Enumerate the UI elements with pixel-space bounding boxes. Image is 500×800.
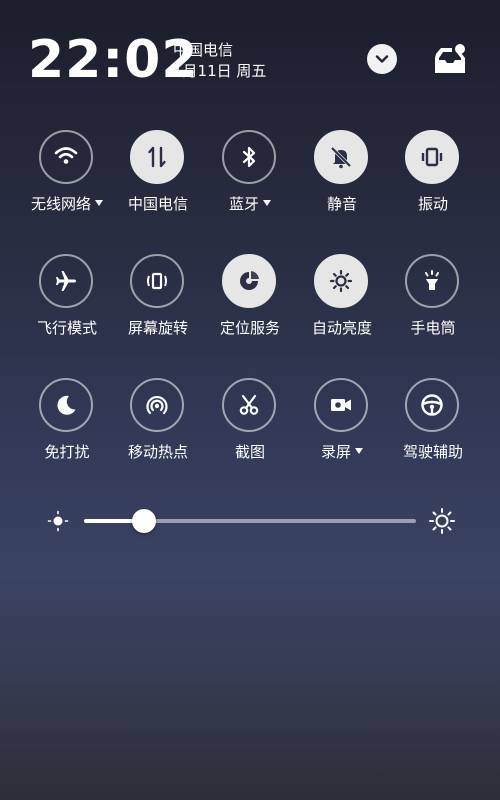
toggle-flashlight[interactable]: 手电筒	[388, 249, 478, 349]
brightness-high-icon	[429, 508, 455, 534]
hotspot-icon	[146, 395, 168, 415]
tile-label-text: 中国电信	[127, 195, 188, 213]
toggle-bell-off[interactable]: 静音	[297, 125, 387, 225]
toggle-vibrate-label: 振动	[378, 194, 488, 214]
toggle-auto-brightness-button[interactable]	[314, 254, 368, 308]
tile-label-text: 截图	[234, 443, 265, 461]
steering-wheel-icon	[421, 394, 443, 416]
tile-label-text: 飞行模式	[36, 319, 97, 337]
toggle-bell-off-button[interactable]	[314, 130, 368, 184]
toggle-screen-record[interactable]: 录屏	[297, 373, 387, 473]
toggle-screen-record-button[interactable]	[314, 378, 368, 432]
auto-brightness-icon	[329, 269, 353, 293]
toggle-moon[interactable]: 免打扰	[22, 373, 112, 473]
toggle-vibrate-button[interactable]	[405, 130, 459, 184]
chevron-down-icon	[375, 55, 389, 63]
tile-label-text: 驾驶辅助	[402, 443, 463, 461]
scissors-icon	[239, 394, 259, 415]
mobile-data-icon	[148, 146, 166, 168]
toggle-hotspot-button[interactable]	[130, 378, 184, 432]
location-icon	[240, 271, 259, 290]
toggle-mobile-data[interactable]: 中国电信	[113, 125, 203, 225]
toggle-steering-wheel-button[interactable]	[405, 378, 459, 432]
brightness-slider[interactable]	[84, 509, 416, 533]
carrier-name: 中国电信	[173, 41, 234, 59]
toggle-steering-wheel-label: 驾驶辅助	[378, 442, 488, 462]
toggle-steering-wheel[interactable]: 驾驶辅助	[388, 373, 478, 473]
toggle-mobile-data-button[interactable]	[130, 130, 184, 184]
tile-label-text: 静音	[326, 195, 357, 213]
inbox-icon	[435, 44, 465, 73]
vibrate-icon	[421, 147, 443, 167]
toggle-vibrate[interactable]: 振动	[388, 125, 478, 225]
toggle-screen-rotate[interactable]: 屏幕旋转	[113, 249, 203, 349]
tile-label-text: 定位服务	[219, 319, 280, 337]
dropdown-caret-icon[interactable]	[355, 447, 363, 454]
tile-label-text: 移动热点	[127, 443, 188, 461]
toggle-wifi-button[interactable]	[39, 130, 93, 184]
airplane-icon	[56, 271, 76, 291]
tile-label-text: 录屏	[320, 443, 351, 461]
tile-label-text: 蓝牙	[228, 195, 259, 213]
screen-rotate-icon	[147, 272, 167, 290]
bluetooth-icon	[242, 146, 256, 168]
date-text: 1月11日 周五	[173, 62, 267, 80]
toggle-flashlight-button[interactable]	[405, 254, 459, 308]
toggle-flashlight-label: 手电筒	[378, 318, 488, 338]
bell-off-icon	[330, 146, 352, 169]
tile-label-text: 屏幕旋转	[127, 319, 188, 337]
toggle-moon-button[interactable]	[39, 378, 93, 432]
brightness-control	[40, 505, 460, 537]
toggle-hotspot[interactable]: 移动热点	[113, 373, 203, 473]
toggle-scissors[interactable]: 截图	[205, 373, 295, 473]
tile-label-text: 自动亮度	[311, 319, 372, 337]
wifi-icon	[54, 147, 78, 164]
brightness-slider-thumb[interactable]	[131, 509, 156, 533]
screen-record-icon	[331, 399, 351, 411]
dropdown-caret-icon[interactable]	[95, 199, 103, 206]
toggle-scissors-button[interactable]	[222, 378, 276, 432]
notification-inbox-button[interactable]	[430, 42, 470, 76]
collapse-panel-button[interactable]	[367, 44, 397, 74]
tile-label-text: 手电筒	[410, 319, 456, 337]
toggle-location[interactable]: 定位服务	[205, 249, 295, 349]
toggle-bluetooth[interactable]: 蓝牙	[205, 125, 295, 225]
toggle-screen-rotate-button[interactable]	[130, 254, 184, 308]
flashlight-icon	[425, 270, 439, 290]
tile-label-text: 免打扰	[44, 443, 90, 461]
dropdown-caret-icon[interactable]	[263, 199, 271, 206]
moon-icon	[57, 395, 76, 415]
toggle-auto-brightness[interactable]: 自动亮度	[297, 249, 387, 349]
toggle-bluetooth-button[interactable]	[222, 130, 276, 184]
status-header: 22:02 中国电信 1月11日 周五	[0, 0, 500, 100]
toggle-location-button[interactable]	[222, 254, 276, 308]
toggle-airplane-button[interactable]	[39, 254, 93, 308]
brightness-low-icon	[47, 510, 69, 532]
toggle-wifi[interactable]: 无线网络	[22, 125, 112, 225]
clock-time: 22:02	[28, 30, 199, 90]
tile-label-text: 振动	[417, 195, 448, 213]
toggle-airplane[interactable]: 飞行模式	[22, 249, 112, 349]
tile-label-text: 无线网络	[30, 195, 91, 213]
